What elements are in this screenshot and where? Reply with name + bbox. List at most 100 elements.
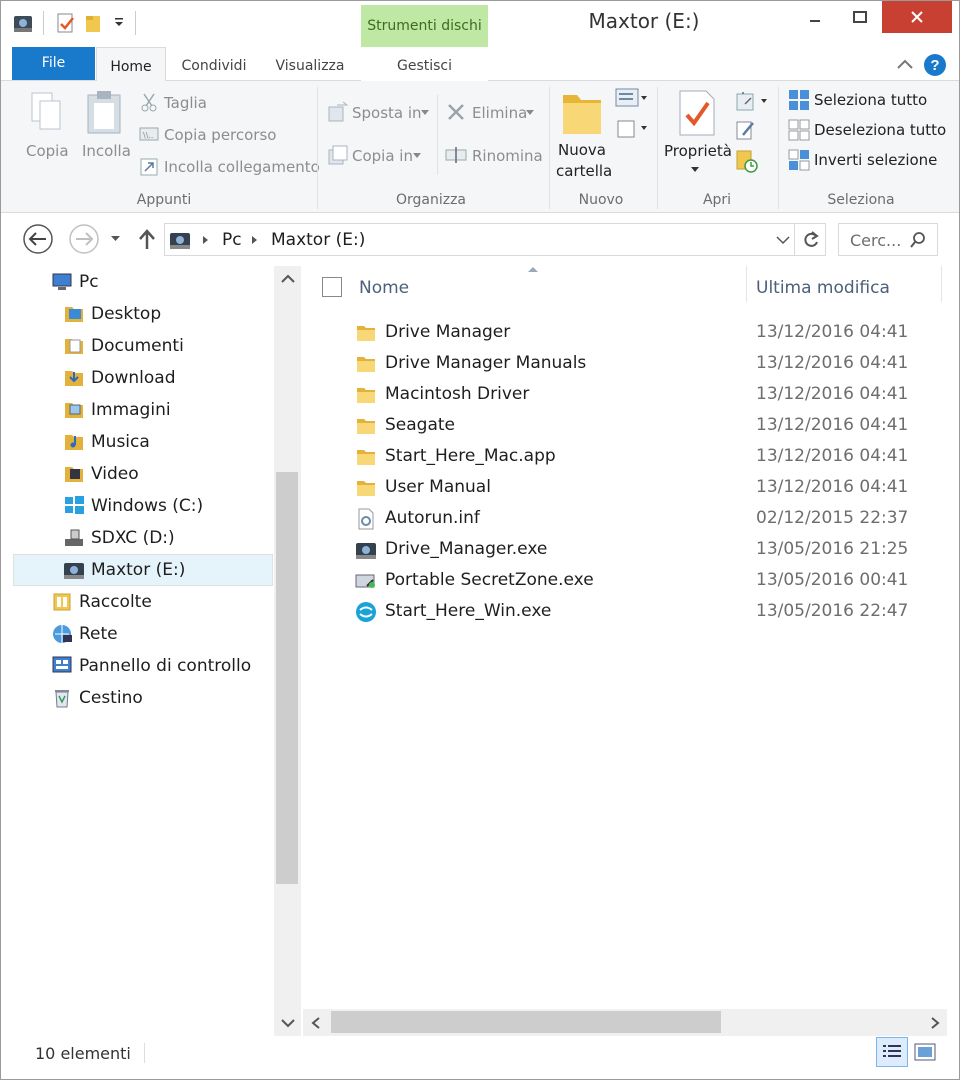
tab-visualizza[interactable]: Visualizza [263,47,357,81]
invert-selection-button[interactable]: Inverti selezione [814,151,937,169]
copy-to-dropdown-icon[interactable] [412,152,422,160]
nav-item-rete[interactable]: Rete [51,619,118,649]
column-header-modified[interactable]: Ultima modifica [756,278,890,298]
file-row[interactable]: Drive Manager 13/12/2016 04:41 [351,318,911,348]
group-label-organizza: Organizza [395,192,467,208]
properties-dropdown-icon[interactable] [690,166,700,174]
breadcrumb-current[interactable]: Maxtor (E:) [271,230,365,250]
file-name: Drive Manager [385,322,511,342]
forward-button-icon[interactable] [67,222,101,256]
new-item-icon[interactable] [614,87,648,109]
copy-path-icon: \\.. [139,127,159,141]
file-row[interactable]: Drive Manager Manuals 13/12/2016 04:41 [351,349,911,379]
nav-scroll-thumb[interactable] [276,472,298,884]
nav-item-cestino[interactable]: Cestino [51,683,143,713]
select-all-checkbox[interactable] [322,277,342,297]
easy-access-icon[interactable] [614,117,648,139]
nav-item-immagini[interactable]: Immagini [63,395,171,425]
nav-item-sdxc-d[interactable]: SDXC (D:) [63,523,175,553]
delete-button[interactable]: Elimina [472,104,527,122]
copy-to-button[interactable]: Copia in [352,147,413,165]
file-modified-date: 13/12/2016 04:41 [756,415,909,435]
back-button-icon[interactable] [21,222,55,256]
paste-button[interactable]: Incolla [82,142,131,160]
qat-dropdown-icon[interactable] [113,16,125,28]
nav-item-pc[interactable]: Pc [51,267,99,297]
file-row[interactable]: Start_Here_Mac.app 13/12/2016 04:41 [351,442,911,472]
open-icon[interactable] [735,90,771,112]
file-row[interactable]: Seagate 13/12/2016 04:41 [351,411,911,441]
tab-home[interactable]: Home [96,47,166,82]
move-to-button[interactable]: Sposta in [352,104,422,122]
rename-button[interactable]: Rinomina [472,147,543,165]
scroll-left-icon[interactable] [311,1017,321,1029]
tab-file[interactable]: File [12,47,95,80]
paste-shortcut-button[interactable]: Incolla collegamento [164,158,320,176]
tab-condividi[interactable]: Condividi [167,47,261,81]
cut-button[interactable]: Taglia [164,94,207,112]
nav-scrollbar[interactable] [274,266,301,1036]
file-row[interactable]: User Manual 13/12/2016 04:41 [351,473,911,503]
file-name: Start_Here_Mac.app [385,446,556,466]
refresh-icon[interactable] [801,230,821,250]
new-folder-qat-icon[interactable] [83,12,105,34]
delete-dropdown-icon[interactable] [525,109,535,117]
nav-item-video[interactable]: Video [63,459,139,489]
search-placeholder[interactable]: Cerc... [850,231,901,250]
breadcrumb-chevron-icon[interactable] [202,235,210,245]
file-row[interactable]: Start_Here_Win.exe 13/05/2016 22:47 [351,597,911,627]
edit-icon[interactable] [735,119,757,141]
nav-item-pannello-di-controllo[interactable]: Pannello di controllo [51,651,251,681]
file-row[interactable]: Autorun.inf 02/12/2015 22:37 [351,504,911,534]
nav-item-download[interactable]: Download [63,363,176,393]
large-icons-view-icon[interactable] [914,1043,936,1061]
nav-item-desktop[interactable]: Desktop [63,299,161,329]
file-row[interactable]: Drive_Manager.exe 13/05/2016 21:25 [351,535,911,565]
recent-locations-icon[interactable] [110,234,122,244]
copy-path-button[interactable]: Copia percorso [164,126,276,144]
new-folder-button-line1[interactable]: Nuova [558,141,606,159]
horizontal-scroll-thumb[interactable] [331,1011,721,1033]
explorer-window: Strumenti dischi Maxtor (E:) File Home C… [0,0,960,1080]
search-box[interactable]: Cerc... [838,223,938,256]
drive-app-icon[interactable] [12,12,36,36]
close-button[interactable] [882,1,952,33]
address-bar[interactable]: Pc Maxtor (E:) [164,223,826,256]
copy-to-icon [328,145,348,165]
settings-file-icon [355,508,377,530]
breadcrumb-chevron-icon[interactable] [251,235,259,245]
collapse-ribbon-icon[interactable] [895,56,915,72]
column-divider[interactable] [746,266,747,302]
nav-item-maxtor-e[interactable]: Maxtor (E:) [63,555,185,585]
column-header-name[interactable]: Nome [359,278,409,298]
new-folder-button-line2[interactable]: cartella [556,162,612,180]
select-all-button[interactable]: Seleziona tutto [814,91,927,109]
history-icon[interactable] [735,149,759,173]
details-view-button[interactable] [876,1037,908,1067]
search-icon[interactable] [909,231,927,249]
nav-item-documenti[interactable]: Documenti [63,331,184,361]
column-divider[interactable] [941,266,942,302]
breadcrumb-pc[interactable]: Pc [222,230,242,250]
copy-button[interactable]: Copia [26,142,69,160]
select-none-button[interactable]: Deseleziona tutto [814,121,946,139]
nav-item-label: Musica [91,432,150,452]
horizontal-scrollbar[interactable] [303,1009,947,1036]
up-button-icon[interactable] [136,227,158,253]
scroll-down-icon[interactable] [281,1018,295,1028]
file-row[interactable]: Macintosh Driver 13/12/2016 04:41 [351,380,911,410]
help-icon[interactable]: ? [923,53,947,77]
maximize-button[interactable] [837,1,882,33]
properties-qat-icon[interactable] [55,12,77,34]
scroll-right-icon[interactable] [930,1017,940,1029]
nav-item-musica[interactable]: Musica [63,427,150,457]
properties-button[interactable]: Proprietà [664,142,732,160]
address-dropdown-icon[interactable] [776,235,790,245]
tab-gestisci[interactable]: Gestisci [361,47,488,81]
minimize-button[interactable] [792,1,837,33]
nav-item-raccolte[interactable]: Raccolte [51,587,152,617]
move-to-dropdown-icon[interactable] [420,109,430,117]
scroll-up-icon[interactable] [281,274,295,284]
nav-item-windows-c[interactable]: Windows (C:) [63,491,203,521]
file-row[interactable]: Portable SecretZone.exe 13/05/2016 00:41 [351,566,911,596]
